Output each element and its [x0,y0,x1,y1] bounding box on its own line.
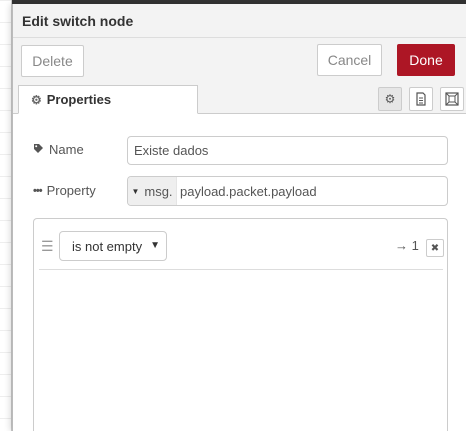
tray-toolbar: Delete Cancel Done [13,38,466,84]
property-type-select[interactable]: ▼ msg. [128,177,177,205]
tray-title: Edit switch node [22,13,134,29]
workspace-grid[interactable] [0,0,12,431]
rule-row: ☰ is not empty ▼ → 1 ✖ [39,224,444,270]
chevron-down-icon: ▼ [150,240,160,251]
property-value-input[interactable]: payload.packet.payload [177,177,447,205]
name-label: Name [49,142,84,157]
drag-handle-icon[interactable]: ☰ [41,238,54,255]
done-button[interactable]: Done [397,44,455,76]
appearance-icon [445,92,459,106]
gear-icon: ⚙ [31,92,42,107]
name-input[interactable]: Existe dados [127,136,448,165]
tab-properties[interactable]: ⚙ Properties [18,85,198,114]
description-tab-button[interactable] [409,87,433,111]
document-icon [416,92,426,106]
property-type-label: msg. [144,183,173,199]
rules-list: ☰ is not empty ▼ → 1 ✖ [33,218,448,431]
edit-tray: Edit switch node Delete Cancel Done ⚙ Pr… [12,4,466,431]
property-typed-input[interactable]: ▼ msg. payload.packet.payload [127,176,448,206]
close-icon: ✖ [430,242,440,254]
tabs-bar: ⚙ Properties ⚙ [13,84,466,114]
tray-header: Edit switch node [13,4,466,38]
property-label: Property [46,183,96,198]
delete-button[interactable]: Delete [21,45,84,77]
ellipsis-icon: ••• [33,184,43,197]
property-label-row: ••• Property [33,183,96,198]
cancel-button[interactable]: Cancel [317,44,382,76]
tab-properties-label: Properties [46,92,112,107]
node-settings-tab-button[interactable]: ⚙ [378,87,402,111]
properties-panel: Name Existe dados ••• Property ▼ msg. pa… [13,114,466,431]
tag-icon [33,143,44,157]
caret-down-icon: ▼ [131,186,140,196]
rule-operator-select[interactable]: is not empty ▼ [59,231,167,261]
remove-rule-button[interactable]: ✖ [426,239,444,257]
rule-output-number: → 1 [395,238,419,253]
rule-operator-value: is not empty [72,238,143,254]
appearance-tab-button[interactable] [440,87,464,111]
name-label-row: Name [33,142,84,157]
gear-icon: ⚙ [384,92,396,106]
